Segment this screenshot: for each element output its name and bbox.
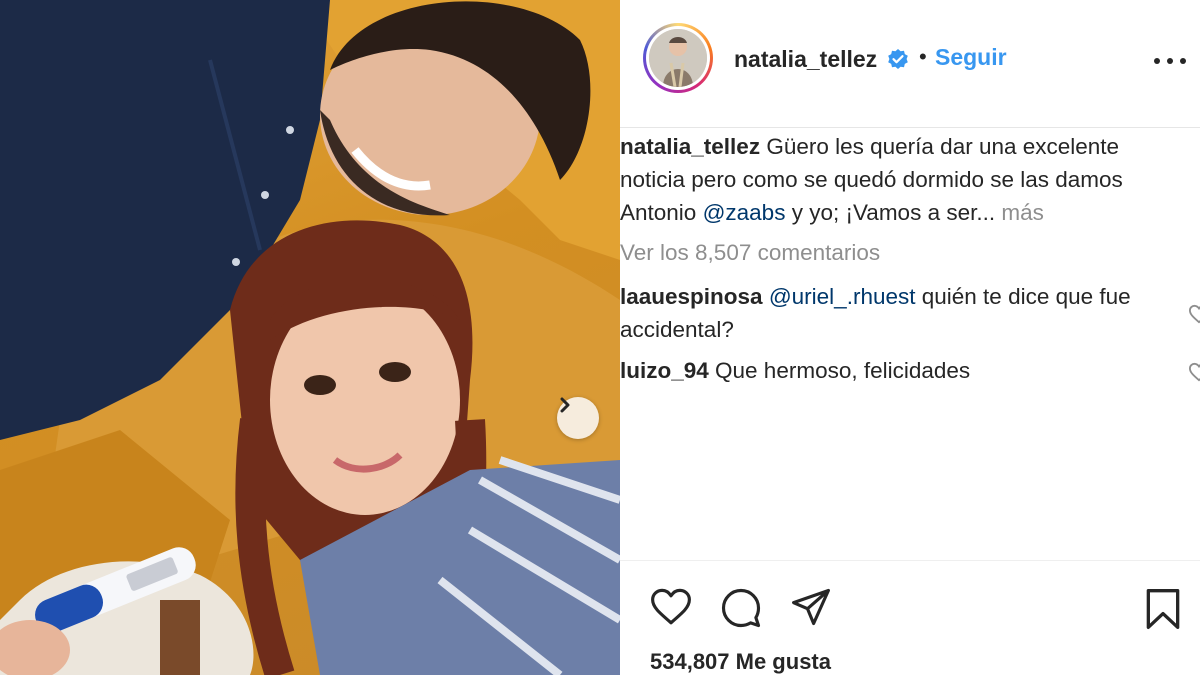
heart-icon[interactable] [650,587,692,627]
follow-button[interactable]: Seguir [935,44,1007,71]
avatar[interactable] [643,23,713,93]
comment-username[interactable]: laauespinosa [620,284,763,309]
comment-text: Que hermoso, felicidades [708,358,971,383]
paper-plane-icon[interactable] [790,587,832,627]
comment-like-heart-icon[interactable] [1188,304,1200,324]
post-side-panel: natalia_tellez • Seguir natalia_tellez G… [620,0,1200,675]
comment-item: luizo_94 Que hermoso, felicidades [620,354,1180,387]
caption-mention[interactable]: @zaabs [703,200,786,225]
caption-username[interactable]: natalia_tellez [620,134,760,159]
post-username[interactable]: natalia_tellez [734,46,877,73]
likes-count[interactable]: 534,807 Me gusta [650,649,831,675]
more-options-icon[interactable] [1154,46,1186,76]
comment-icon[interactable] [720,587,762,629]
bookmark-icon[interactable] [1144,587,1182,631]
next-photo-button[interactable] [557,397,599,439]
post-caption: natalia_tellez Güero les quería dar una … [620,130,1180,229]
comment-mention[interactable]: @uriel_.rhuest [769,284,916,309]
post-actions-bar: 534,807 Me gusta [620,560,1200,675]
comment-item: laauespinosa @uriel_.rhuest quién te dic… [620,280,1180,346]
chevron-right-icon [560,397,570,413]
caption-text-part-2: y yo; ¡Vamos a ser... [785,200,1002,225]
comment-like-heart-icon[interactable] [1188,362,1200,382]
photo-illustration [0,0,620,675]
separator-dot: • [919,44,927,69]
verified-badge-icon [888,49,908,69]
post-header: natalia_tellez • Seguir [620,0,1200,128]
comment-username[interactable]: luizo_94 [620,358,709,383]
post-photo[interactable] [0,0,620,675]
view-all-comments-link[interactable]: Ver los 8,507 comentarios [620,240,880,266]
avatar-image [649,29,707,87]
caption-more-link[interactable]: más [1001,200,1044,225]
